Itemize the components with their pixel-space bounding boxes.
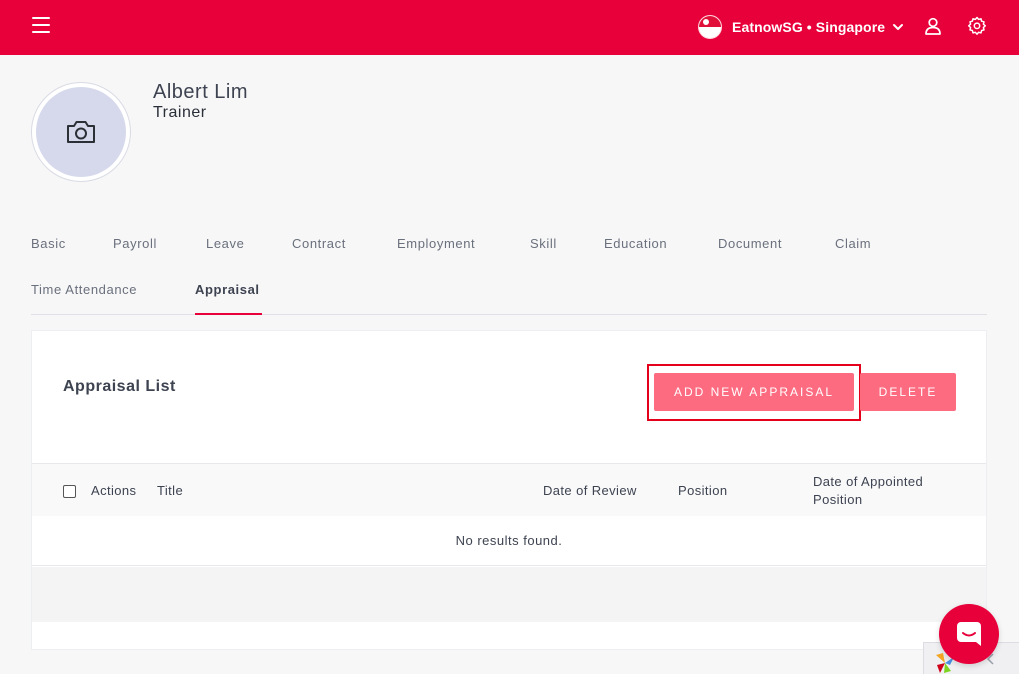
avatar-upload[interactable] bbox=[36, 87, 126, 177]
avatar-ring bbox=[31, 82, 131, 182]
tab-time-attendance[interactable]: Time Attendance bbox=[31, 282, 137, 297]
tab-education[interactable]: Education bbox=[604, 236, 667, 251]
chat-bubble-icon bbox=[957, 622, 981, 646]
top-bar: EatnowSG • Singapore bbox=[0, 0, 1019, 55]
empty-results-row: No results found. bbox=[32, 516, 986, 566]
chevron-down-icon bbox=[893, 24, 904, 30]
user-icon[interactable] bbox=[923, 16, 943, 36]
tab-leave[interactable]: Leave bbox=[206, 236, 244, 251]
tab-payroll[interactable]: Payroll bbox=[113, 236, 157, 251]
tab-skill[interactable]: Skill bbox=[530, 236, 557, 251]
profile-name: Albert Lim bbox=[153, 81, 249, 103]
table-footer-band bbox=[32, 567, 986, 622]
delete-button[interactable]: DELETE bbox=[860, 373, 956, 411]
company-switcher[interactable]: EatnowSG • Singapore bbox=[698, 13, 904, 41]
appraisal-list-title: Appraisal List bbox=[63, 378, 176, 395]
appraisal-card: Appraisal List ADD NEW APPRAISAL DELETE … bbox=[31, 330, 987, 650]
tab-claim[interactable]: Claim bbox=[835, 236, 871, 251]
tab-appraisal[interactable]: Appraisal bbox=[195, 282, 260, 297]
tab-employment[interactable]: Employment bbox=[397, 236, 475, 251]
settings-gear-icon[interactable] bbox=[967, 16, 987, 36]
profile-role: Trainer bbox=[153, 104, 207, 121]
singapore-flag-icon bbox=[698, 15, 722, 39]
column-title[interactable]: Title bbox=[157, 482, 183, 500]
column-date-of-review[interactable]: Date of Review bbox=[543, 482, 637, 500]
tab-document[interactable]: Document bbox=[718, 236, 782, 251]
menu-icon[interactable] bbox=[32, 17, 50, 35]
add-new-appraisal-button[interactable]: ADD NEW APPRAISAL bbox=[654, 373, 854, 411]
empty-results-message: No results found. bbox=[455, 533, 563, 548]
camera-icon bbox=[67, 121, 95, 143]
tab-contract[interactable]: Contract bbox=[292, 236, 346, 251]
active-tab-indicator bbox=[195, 313, 262, 315]
tabs-divider bbox=[31, 314, 987, 315]
table-header: Actions Title Date of Review Position Da… bbox=[32, 463, 986, 516]
column-position[interactable]: Position bbox=[678, 482, 727, 500]
column-date-of-appointed-position[interactable]: Date of Appointed Position bbox=[813, 473, 953, 509]
chat-launcher-button[interactable] bbox=[939, 604, 999, 664]
tab-basic[interactable]: Basic bbox=[31, 236, 66, 251]
select-all-checkbox[interactable] bbox=[63, 485, 76, 498]
column-actions[interactable]: Actions bbox=[91, 482, 136, 500]
company-label: EatnowSG • Singapore bbox=[732, 19, 886, 35]
